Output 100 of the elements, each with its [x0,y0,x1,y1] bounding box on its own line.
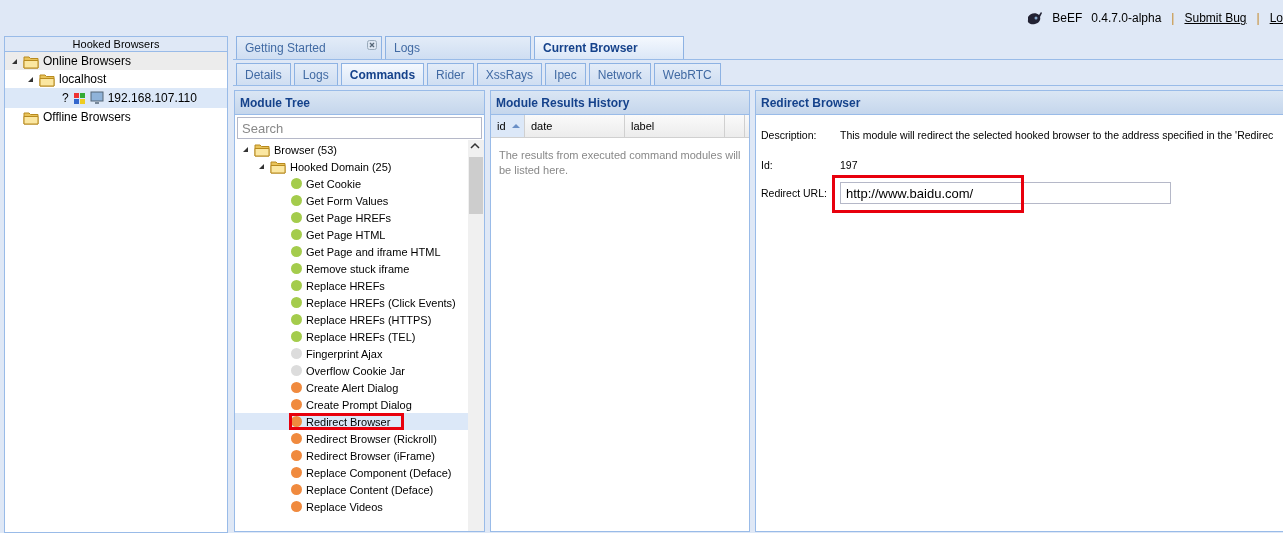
tree-item[interactable]: Remove stuck iframe [235,260,468,277]
panel-title: Module Tree [235,91,484,115]
close-icon [367,40,377,50]
tree-label: Replace Content (Deface) [306,483,434,496]
tree-item[interactable]: Get Page and iframe HTML [235,243,468,260]
tab[interactable]: WebRTC [653,63,721,85]
search-field[interactable]: Search [237,117,482,139]
tab[interactable]: Commands [340,63,425,85]
panel-title: Module Results History [491,91,749,115]
tree-label: Replace HREFs (HTTPS) [306,313,432,326]
tree-item[interactable]: ? 192.168.107.110 [5,88,227,108]
field-label: Id: [761,159,774,171]
tab[interactable]: Logs [385,36,531,59]
tree-item[interactable]: Online Browsers [5,52,227,70]
column-header[interactable]: id [491,115,525,137]
tree-item[interactable]: Browser (53) [235,141,468,158]
tree-item[interactable]: Replace Videos [235,498,468,515]
tree-label: localhost [59,72,107,86]
bee-icon [1025,11,1044,26]
expand-arrow-icon[interactable] [257,162,266,171]
tree-label: Fingerprint Ajax [306,347,383,360]
field-label: Description: [761,129,818,141]
field-value: This module will redirect the selected hooked browser to the address specified in the 'Redirec [840,129,1274,141]
tab[interactable]: Details [236,63,291,85]
tree-item[interactable]: Fingerprint Ajax [235,345,468,362]
separator-text: | [1256,11,1260,25]
tree-item[interactable]: Get Page HTML [235,226,468,243]
tree-item[interactable]: Redirect Browser [235,413,468,430]
field-label: Redirect URL: [761,187,828,199]
tree-item[interactable]: Offline Browsers [5,108,227,126]
tree-item[interactable]: Get Form Values [235,192,468,209]
app-name: BeEF [1052,11,1083,25]
sort-ascending-icon [510,122,521,130]
tab[interactable]: XssRays [476,63,543,85]
tree-item[interactable]: Get Cookie [235,175,468,192]
empty-message: The results from executed command modules will be listed here. [498,148,742,178]
tree-item[interactable]: localhost [5,70,227,88]
tree-item[interactable]: Replace Content (Deface) [235,481,468,498]
folder-icon [23,53,39,69]
tree-item[interactable]: Replace HREFs [235,277,468,294]
app-version-text: 0.4.7.0-alpha [1091,11,1162,25]
folder-icon [254,142,270,157]
column-header[interactable]: date [525,115,625,137]
tree-label: Redirect Browser (Rickroll) [306,432,437,445]
tab[interactable]: Ipec [545,63,586,85]
tree-item[interactable]: Replace Component (Deface) [235,464,468,481]
expand-arrow-icon[interactable] [241,145,250,154]
tree-label: Hooked Domain (25) [290,160,392,173]
tree-item[interactable]: Replace HREFs (HTTPS) [235,311,468,328]
tree-label: Online Browsers [43,54,132,68]
windows-logo-icon [72,91,86,105]
tree-item[interactable]: Create Alert Dialog [235,379,468,396]
tree-label: Get Page HREFs [306,211,391,224]
tree-label: Replace HREFs (TEL) [306,330,416,343]
panel-title: Redirect Browser [756,91,1283,115]
folder-icon [23,109,39,125]
tree-label: Remove stuck iframe [306,262,410,275]
tree-item[interactable]: Hooked Domain (25) [235,158,468,175]
header-link[interactable]: Lo [1269,11,1283,25]
tree-label: Get Form Values [306,194,389,207]
tree-label: Create Prompt Dialog [306,398,412,411]
scrollbar-thumb[interactable] [469,157,483,214]
tree-item[interactable]: Overflow Cookie Jar [235,362,468,379]
separator-text: | [1171,11,1175,25]
tree-label: Replace Component (Deface) [306,466,452,479]
tree-label: Replace Videos [306,500,383,513]
tree-label: Browser (53) [274,143,337,156]
tab[interactable]: Getting Started [236,36,382,59]
tree-label: 192.168.107.110 [107,91,197,105]
monitor-icon [89,91,104,105]
tree-label: Get Cookie [306,177,362,190]
scroll-up-icon [468,141,482,151]
tab[interactable]: Rider [427,63,474,85]
tree-label: Offline Browsers [43,110,131,124]
url-field[interactable]: http://www.baidu.com/ [840,182,1171,204]
tree-item[interactable]: Redirect Browser (iFrame) [235,447,468,464]
panel-title: Hooked Browsers [5,37,227,52]
tree-item[interactable]: Get Page HREFs [235,209,468,226]
tree-item[interactable]: Create Prompt Dialog [235,396,468,413]
tree-label: Redirect Browser [306,415,391,428]
tree-label: Overflow Cookie Jar [306,364,406,377]
field-value: 197 [840,159,858,171]
tab[interactable]: Network [588,63,651,85]
folder-icon [270,159,286,174]
tree-item[interactable]: Replace HREFs (Click Events) [235,294,468,311]
tab[interactable]: Current Browser [534,36,684,59]
header-link[interactable]: Submit Bug [1184,11,1247,25]
status-text: ? [62,91,69,105]
tree-label: Replace HREFs (Click Events) [306,296,456,309]
tree-label: Get Page HTML [306,228,386,241]
tree-item[interactable]: Redirect Browser (Rickroll) [235,430,468,447]
tree-label: Replace HREFs [306,279,385,292]
column-header[interactable]: label [625,115,725,137]
tree-label: Create Alert Dialog [306,381,399,394]
tree-label: Redirect Browser (iFrame) [306,449,435,462]
tab[interactable]: Logs [293,63,338,85]
tree-item[interactable]: Replace HREFs (TEL) [235,328,468,345]
tree-label: Get Page and iframe HTML [306,245,441,258]
folder-icon [39,71,55,87]
scrollbar[interactable] [468,140,484,531]
